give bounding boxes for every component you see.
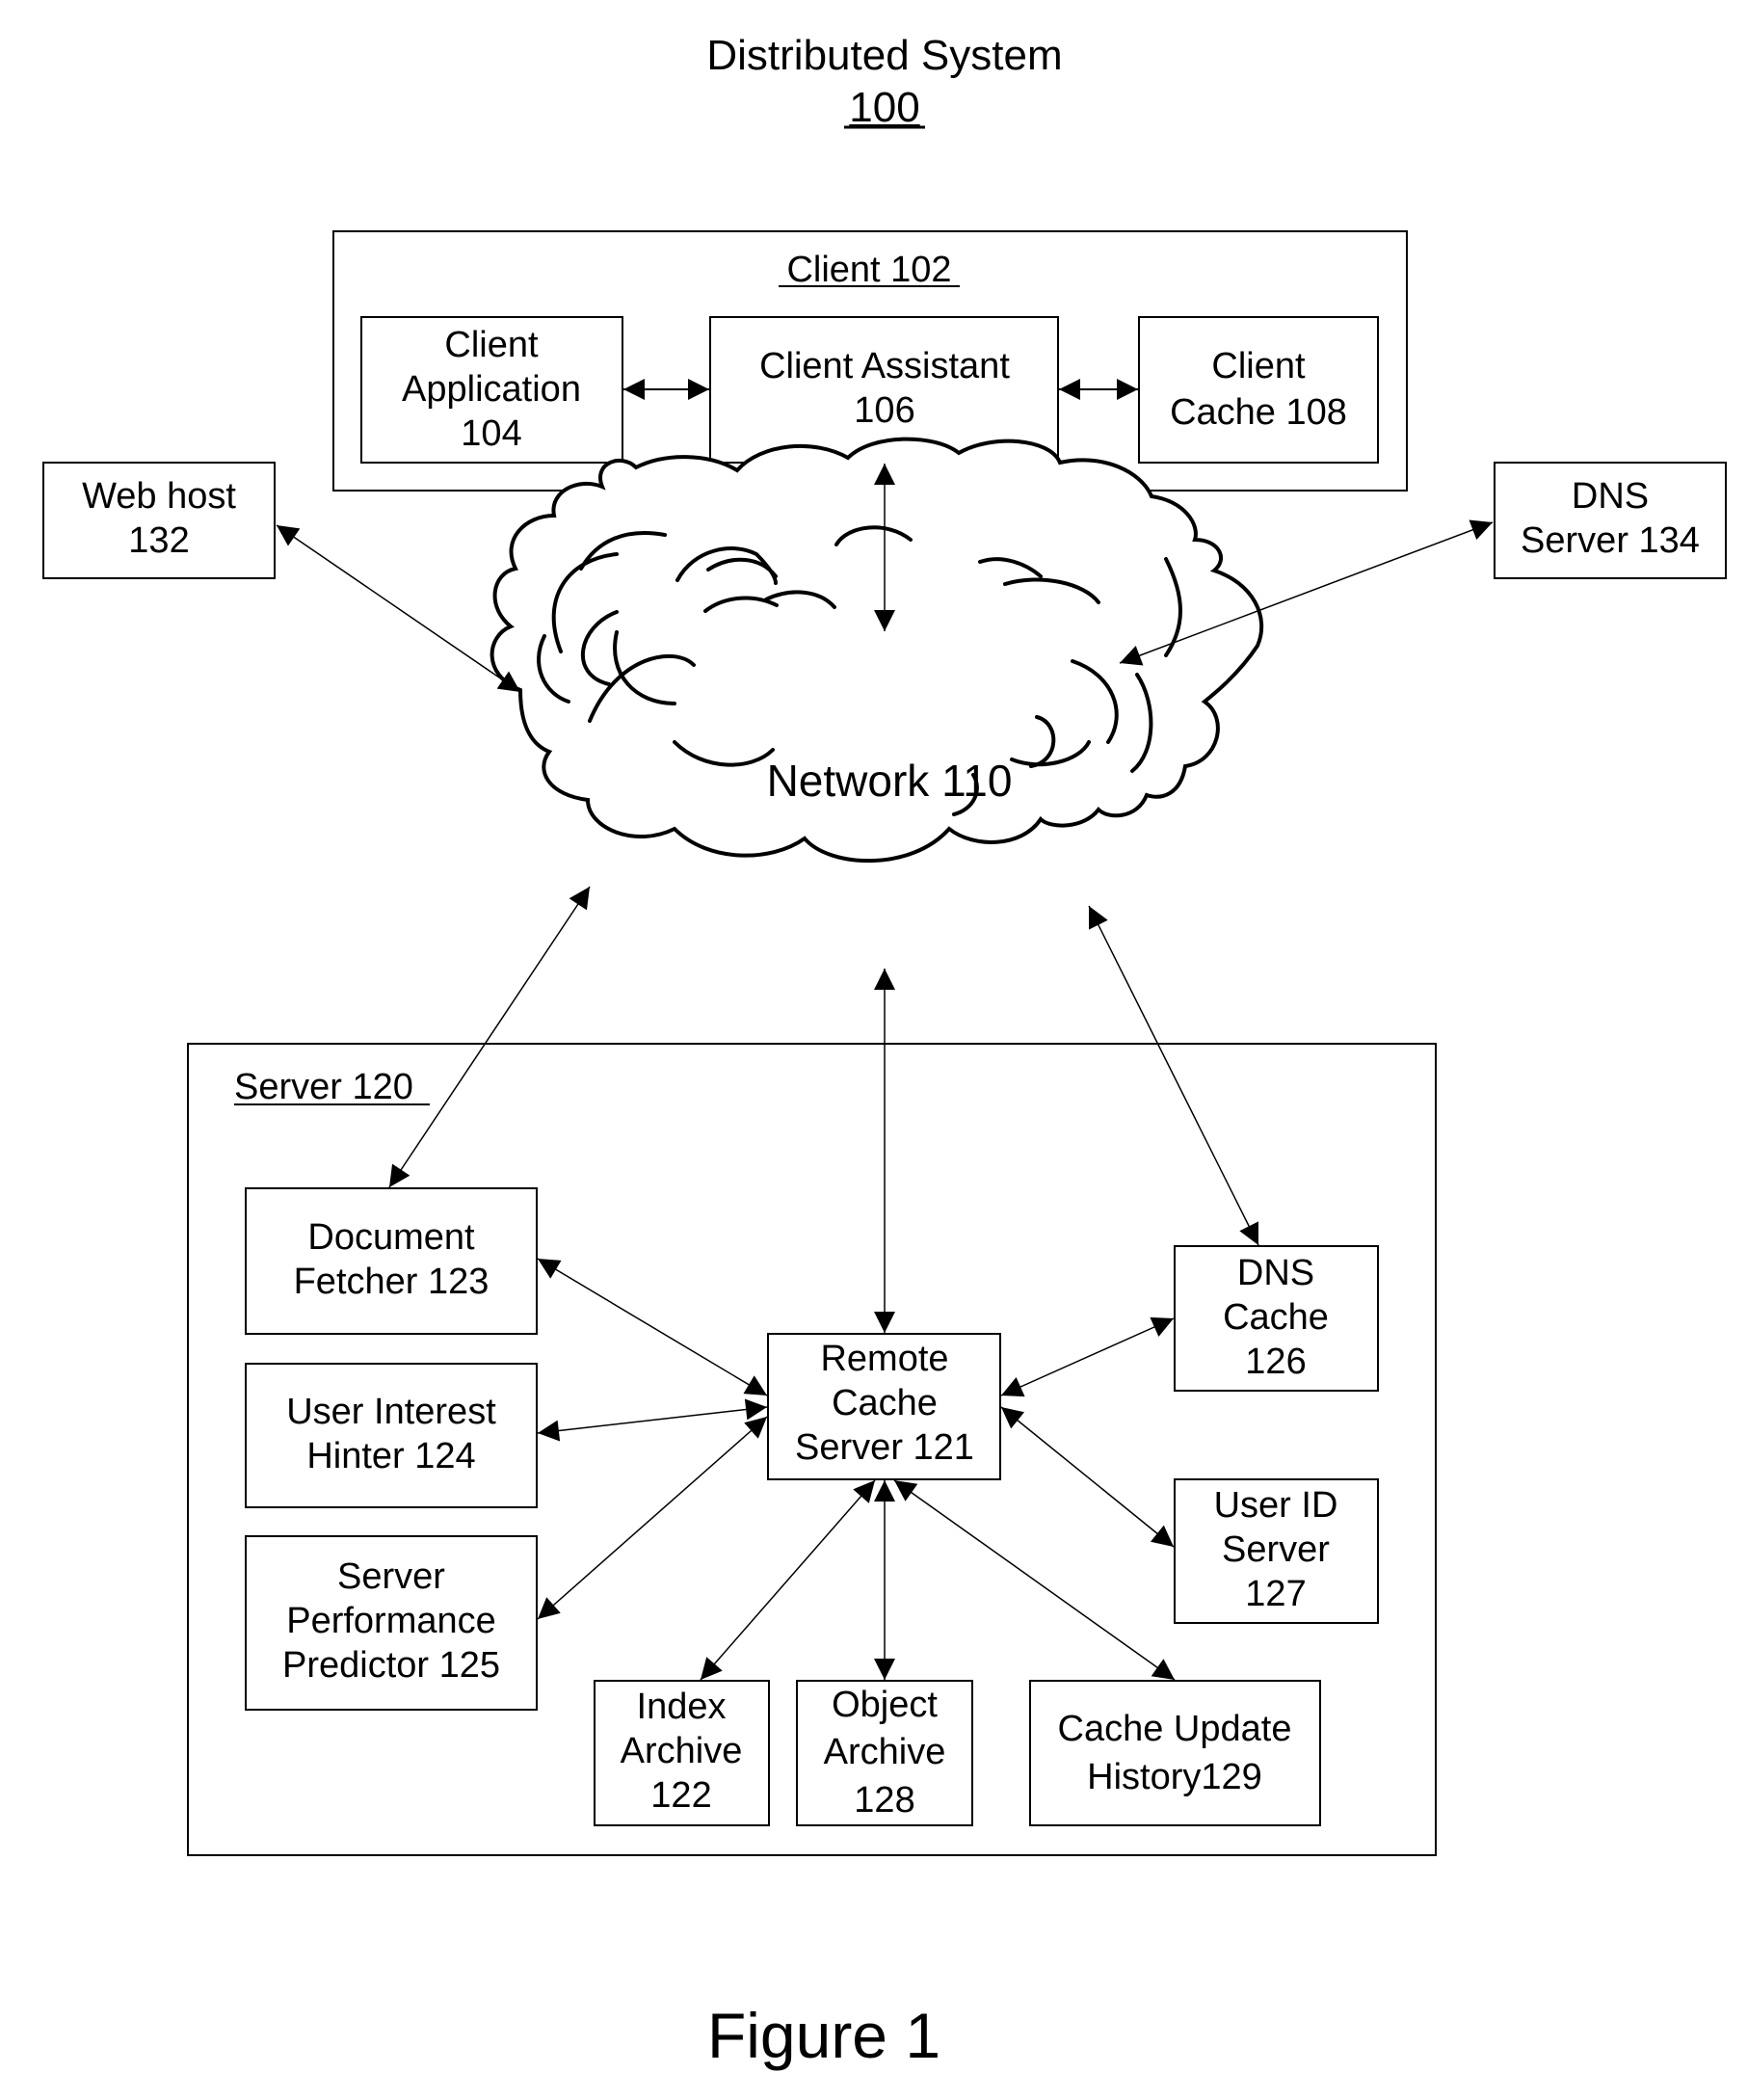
dns-cache-box[interactable]: DNS Cache 126 (1174, 1245, 1379, 1392)
server-performance-predictor-line1: Server (337, 1556, 445, 1597)
remote-cache-server-line2: Cache (832, 1383, 938, 1423)
dns-cache-line2: Cache (1223, 1297, 1329, 1338)
arrow-remotecache-serverperf (537, 1416, 768, 1620)
object-archive-line1: Object (832, 1685, 938, 1725)
web-host-line2: 132 (128, 520, 189, 561)
client-label: Client 102 (786, 250, 951, 290)
server-label: Server 120 (234, 1067, 413, 1107)
arrow-network-dnscache (1088, 905, 1259, 1246)
client-assistant-line1: Client Assistant (759, 346, 1010, 386)
client-application-line1: Client (444, 325, 539, 365)
document-fetcher-line2: Fetcher 123 (294, 1262, 490, 1302)
web-host-box[interactable]: Web host 132 (42, 462, 276, 579)
arrow-remotecache-userid (1000, 1406, 1175, 1548)
user-id-server-line1: User ID (1214, 1485, 1338, 1526)
user-id-server-box[interactable]: User ID Server 127 (1174, 1478, 1379, 1624)
object-archive-line2: Archive (824, 1732, 946, 1772)
client-application-line2: Application (402, 369, 581, 410)
user-interest-hinter-box[interactable]: User Interest Hinter 124 (245, 1363, 538, 1508)
cache-update-history-line1: Cache Update (1058, 1709, 1292, 1749)
client-application-line3: 104 (461, 413, 521, 454)
remote-cache-server-box[interactable]: Remote Cache Server 121 (767, 1333, 1001, 1480)
cache-update-history-box[interactable]: Cache Update History129 (1029, 1680, 1321, 1826)
dns-cache-line3: 126 (1245, 1342, 1306, 1382)
index-archive-line1: Index (637, 1687, 727, 1727)
user-interest-hinter-line1: User Interest (286, 1392, 496, 1432)
user-interest-hinter-line2: Hinter 124 (306, 1436, 475, 1476)
arrow-remotecache-dnscache (1000, 1316, 1175, 1397)
remote-cache-server-line1: Remote (820, 1339, 948, 1379)
dns-server-box[interactable]: DNS Server 134 (1494, 462, 1727, 579)
server-performance-predictor-line2: Performance (286, 1601, 496, 1641)
object-archive-line3: 128 (854, 1780, 914, 1821)
index-archive-line2: Archive (621, 1731, 743, 1771)
network-label: Network 110 (767, 756, 1013, 806)
arrow-webhost-network (276, 524, 521, 693)
arrow-remotecache-cacheupdate (893, 1479, 1176, 1681)
diagram-number: 100 (849, 84, 919, 131)
dns-server-line1: DNS (1572, 476, 1649, 517)
client-application-box[interactable]: Client Application 104 (360, 316, 623, 464)
client-cache-line2: Cache 108 (1170, 392, 1347, 433)
document-fetcher-box[interactable]: Document Fetcher 123 (245, 1187, 538, 1335)
arrow-network-docfetcher (388, 886, 591, 1188)
arrow-remotecache-indexarchive (700, 1479, 876, 1681)
index-archive-line3: 122 (650, 1775, 711, 1816)
dns-server-line2: Server 134 (1521, 520, 1700, 561)
user-id-server-line3: 127 (1245, 1574, 1306, 1614)
server-container: Server 120 Document Fetcher 123 User Int… (187, 1043, 1437, 1856)
client-cache-box[interactable]: Client Cache 108 (1138, 316, 1379, 464)
document-fetcher-line1: Document (307, 1217, 475, 1258)
remote-cache-server-line3: Server 121 (795, 1427, 974, 1468)
dns-cache-line1: DNS (1237, 1253, 1314, 1293)
arrow-remotecache-docfetcher (537, 1258, 768, 1396)
distributed-system-diagram: Distributed System 100 Client 102 Client… (42, 32, 1727, 2071)
server-performance-predictor-line3: Predictor 125 (282, 1645, 500, 1686)
index-archive-box[interactable]: Index Archive 122 (594, 1680, 770, 1826)
server-performance-predictor-box[interactable]: Server Performance Predictor 125 (245, 1535, 538, 1711)
network-cloud[interactable]: Network 110 (490, 437, 1264, 864)
cache-update-history-line2: History129 (1087, 1757, 1262, 1797)
figure-caption: Figure 1 (707, 2000, 940, 2071)
diagram-title: Distributed System (706, 32, 1062, 79)
user-id-server-line2: Server (1222, 1529, 1330, 1570)
client-cache-line1: Client (1211, 346, 1306, 386)
object-archive-box[interactable]: Object Archive 128 (796, 1680, 973, 1826)
arrow-remotecache-userinterest (537, 1398, 768, 1442)
client-assistant-line2: 106 (854, 390, 914, 431)
web-host-line1: Web host (82, 476, 236, 517)
